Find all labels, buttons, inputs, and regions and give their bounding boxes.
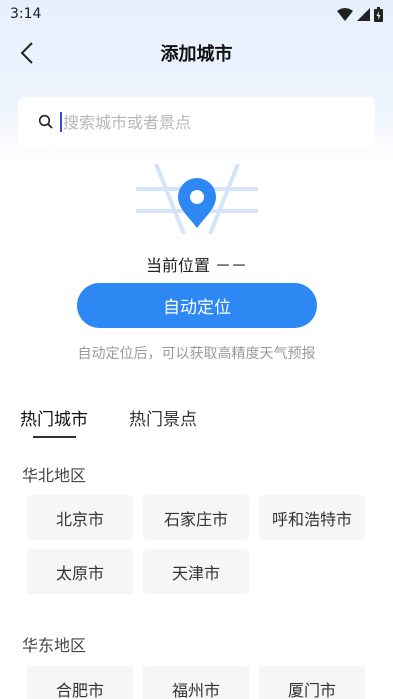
city-button[interactable]: 北京市	[27, 495, 133, 540]
page-title: 添加城市	[160, 44, 233, 65]
wifi-icon	[337, 7, 353, 21]
auto-locate-button[interactable]: 自动定位	[77, 283, 317, 328]
search-icon	[38, 114, 53, 129]
current-location-label: 当前位置	[145, 256, 210, 275]
chevron-left-icon	[20, 42, 33, 64]
city-button[interactable]: 合肥市	[27, 666, 133, 699]
tab-hot-cities[interactable]: 热门城市	[20, 405, 88, 430]
active-tab-indicator	[33, 436, 76, 438]
city-button[interactable]: 福州市	[143, 666, 249, 699]
city-button[interactable]: 厦门市	[259, 666, 365, 699]
city-button[interactable]: 呼和浩特市	[259, 495, 365, 540]
city-button[interactable]: 石家庄市	[143, 495, 249, 540]
status-icons	[337, 6, 383, 22]
auto-locate-hint: 自动定位后，可以获取高精度天气预报	[77, 346, 316, 362]
city-button[interactable]: 天津市	[143, 549, 249, 594]
status-bar: 3:14	[0, 0, 393, 28]
status-time: 3:14	[10, 6, 42, 22]
tab-hot-attractions[interactable]: 热门景点	[129, 405, 197, 430]
current-location: 当前位置 －－	[0, 252, 393, 276]
section-title-north: 华北地区	[22, 466, 87, 485]
battery-icon	[374, 6, 383, 22]
search-bar[interactable]	[18, 97, 375, 147]
location-pin-illustration	[136, 164, 258, 234]
nav-bar: 添加城市	[0, 30, 393, 76]
back-button[interactable]	[14, 40, 40, 66]
signal-icon	[357, 7, 370, 21]
section-title-east: 华东地区	[22, 636, 87, 655]
city-button[interactable]: 太原市	[27, 549, 133, 594]
search-input[interactable]	[63, 112, 343, 132]
text-cursor	[60, 112, 62, 132]
current-location-value: －－	[215, 256, 248, 275]
